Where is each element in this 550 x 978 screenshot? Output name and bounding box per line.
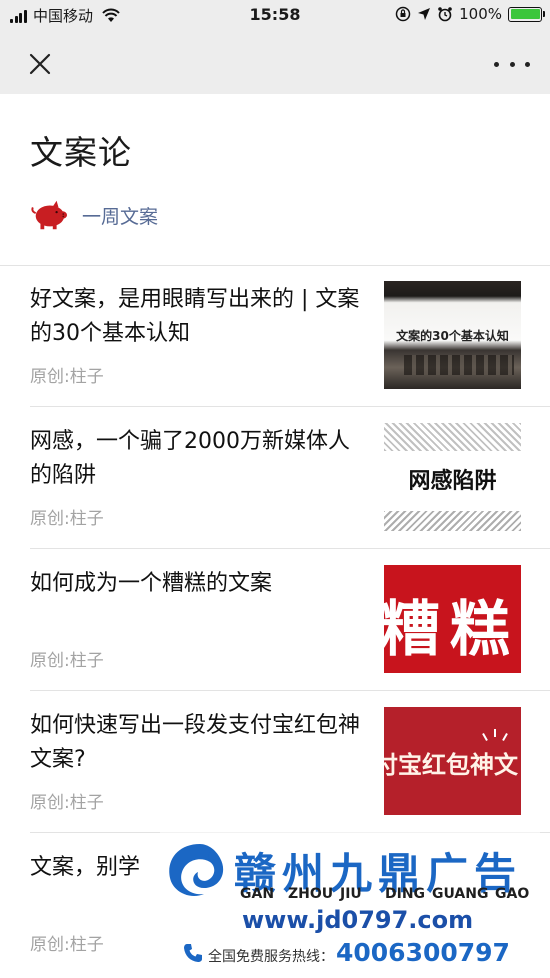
article-item[interactable]: 网感，一个骗了2000万新媒体人的陷阱 原创:柱子 网感陷阱	[30, 407, 550, 549]
author-name: 一周文案	[82, 205, 159, 228]
article-meta: 原创:柱子	[30, 651, 104, 671]
article-meta: 原创:柱子	[30, 367, 104, 387]
thumbnail-texture	[384, 423, 521, 451]
article-thumbnail: 付宝红包神文	[384, 707, 521, 815]
thumbnail-caption: 文案的30个基本认知	[396, 329, 509, 343]
company-logo-icon	[169, 844, 224, 897]
close-icon[interactable]	[22, 46, 58, 82]
article-item[interactable]: 如何快速写出一段发支付宝红包神文案? 原创:柱子 付宝红包神文	[30, 691, 550, 833]
battery-icon	[508, 6, 545, 22]
article-title: 网感，一个骗了2000万新媒体人的陷阱	[30, 429, 350, 488]
typewriter-keys-graphic	[404, 355, 514, 375]
article-meta: 原创:柱子	[30, 793, 104, 813]
thumbnail-texture	[384, 511, 521, 531]
nav-bar	[0, 32, 550, 94]
watermark-pinyin: ZHOU	[288, 886, 334, 902]
more-icon[interactable]	[494, 54, 530, 74]
spark-decoration	[482, 733, 488, 741]
article-meta: 原创:柱子	[30, 935, 104, 955]
location-icon	[418, 8, 431, 20]
orientation-lock-icon	[395, 6, 411, 22]
watermark-phone: 4006300797	[336, 938, 510, 967]
pig-avatar-icon	[31, 200, 68, 230]
article-thumbnail: 文案的30个基本认知	[384, 281, 521, 389]
article-meta: 原创:柱子	[30, 509, 104, 529]
thumbnail-caption: 网感陷阱	[408, 468, 497, 494]
article-thumbnail: 网感陷阱	[384, 423, 521, 531]
watermark-pinyin: GUANG	[432, 886, 489, 902]
spark-decoration	[494, 729, 496, 737]
article-title: 如何成为一个糟糕的文案	[30, 571, 273, 596]
alarm-icon	[438, 7, 452, 22]
phone-icon	[184, 944, 202, 962]
watermark-pinyin: JIU	[340, 886, 362, 902]
status-right: 100%	[395, 5, 545, 23]
watermark-url: www.jd0797.com	[242, 906, 474, 934]
watermark-pinyin: DING	[385, 886, 426, 902]
article-item[interactable]: 好文案，是用眼睛写出来的 | 文案的30个基本认知 原创:柱子 文案的30个基本…	[30, 265, 550, 407]
spark-decoration	[502, 733, 508, 741]
watermark-pinyin: GAN	[240, 886, 275, 902]
thumbnail-caption: 糟糕	[384, 595, 520, 665]
watermark-hotline-label: 全国免费服务热线：	[208, 949, 334, 965]
article-item[interactable]: 如何成为一个糟糕的文案 原创:柱子 糟糕	[30, 549, 550, 691]
page-title: 文案论	[30, 133, 132, 172]
article-title: 好文案，是用眼睛写出来的 | 文案的30个基本认知	[30, 287, 360, 346]
author-link[interactable]: 一周文案	[30, 196, 158, 234]
article-thumbnail: 糟糕	[384, 565, 521, 673]
watermark: 赣州九鼎广告 GAN ZHOU JIU DING GUANG GAO www.j…	[160, 832, 540, 978]
article-title: 如何快速写出一段发支付宝红包神文案?	[30, 713, 361, 772]
watermark-pinyin: GAO	[495, 886, 530, 902]
status-bar: 中国移动 15:58 100%	[0, 0, 550, 32]
battery-percent: 100%	[459, 5, 502, 23]
thumbnail-caption: 付宝红包神文	[384, 751, 518, 779]
battery-level	[510, 9, 540, 19]
